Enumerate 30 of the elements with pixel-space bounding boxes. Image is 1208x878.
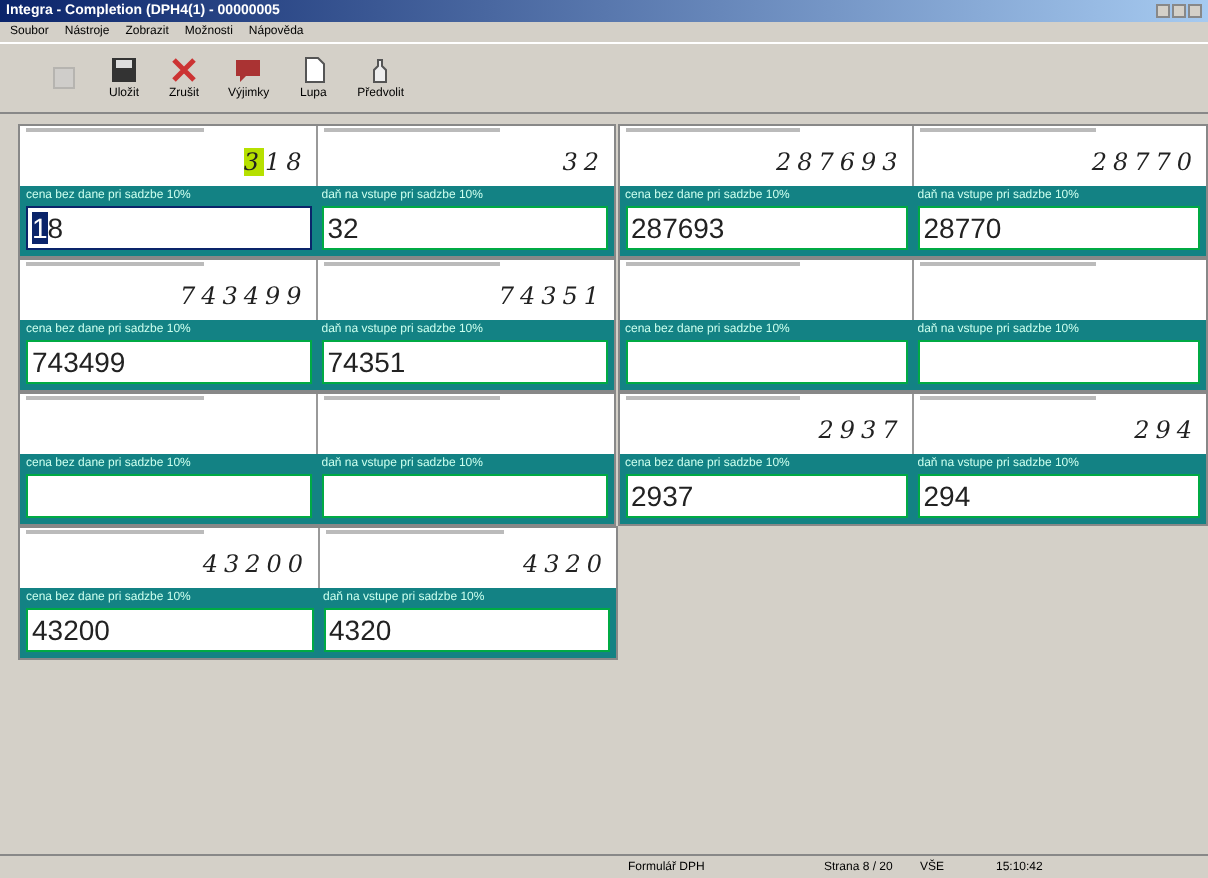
handwritten-digits: 287693 — [775, 148, 904, 176]
input-field[interactable] — [26, 474, 312, 518]
document-icon — [299, 56, 328, 84]
input-field[interactable]: 18 — [26, 206, 312, 250]
input-field[interactable] — [625, 340, 908, 384]
input-field[interactable]: 74351 — [321, 340, 607, 384]
handwritten-digits: 2937 — [818, 416, 904, 444]
input-field[interactable]: 43200 — [26, 608, 313, 652]
input-field[interactable] — [917, 340, 1200, 384]
handwritten-digits: 294 — [1134, 416, 1198, 444]
input-field[interactable]: 287693 — [625, 206, 908, 250]
cross-icon — [170, 56, 198, 84]
speech-bubble-icon — [234, 56, 263, 84]
close-button[interactable] — [1188, 4, 1202, 18]
handwritten-digits: 32 — [562, 148, 605, 176]
maximize-button[interactable] — [1172, 4, 1186, 18]
handwritten-digits: 743499 — [179, 282, 308, 310]
input-field[interactable]: 4320 — [323, 608, 610, 652]
input-field[interactable]: 28770 — [917, 206, 1200, 250]
input-field[interactable] — [321, 474, 607, 518]
input-field[interactable]: 743499 — [26, 340, 312, 384]
handwritten-digits: 43200 — [202, 550, 309, 578]
page-icon — [50, 64, 78, 92]
minimize-button[interactable] — [1156, 4, 1170, 18]
handwritten-digits: 4320 — [522, 550, 608, 578]
input-field[interactable]: 294 — [917, 474, 1200, 518]
handwritten-digits: 74351 — [498, 282, 605, 310]
input-field[interactable]: 32 — [321, 206, 607, 250]
handwritten-digits: 28770 — [1091, 148, 1198, 176]
input-field[interactable]: 2937 — [625, 474, 908, 518]
